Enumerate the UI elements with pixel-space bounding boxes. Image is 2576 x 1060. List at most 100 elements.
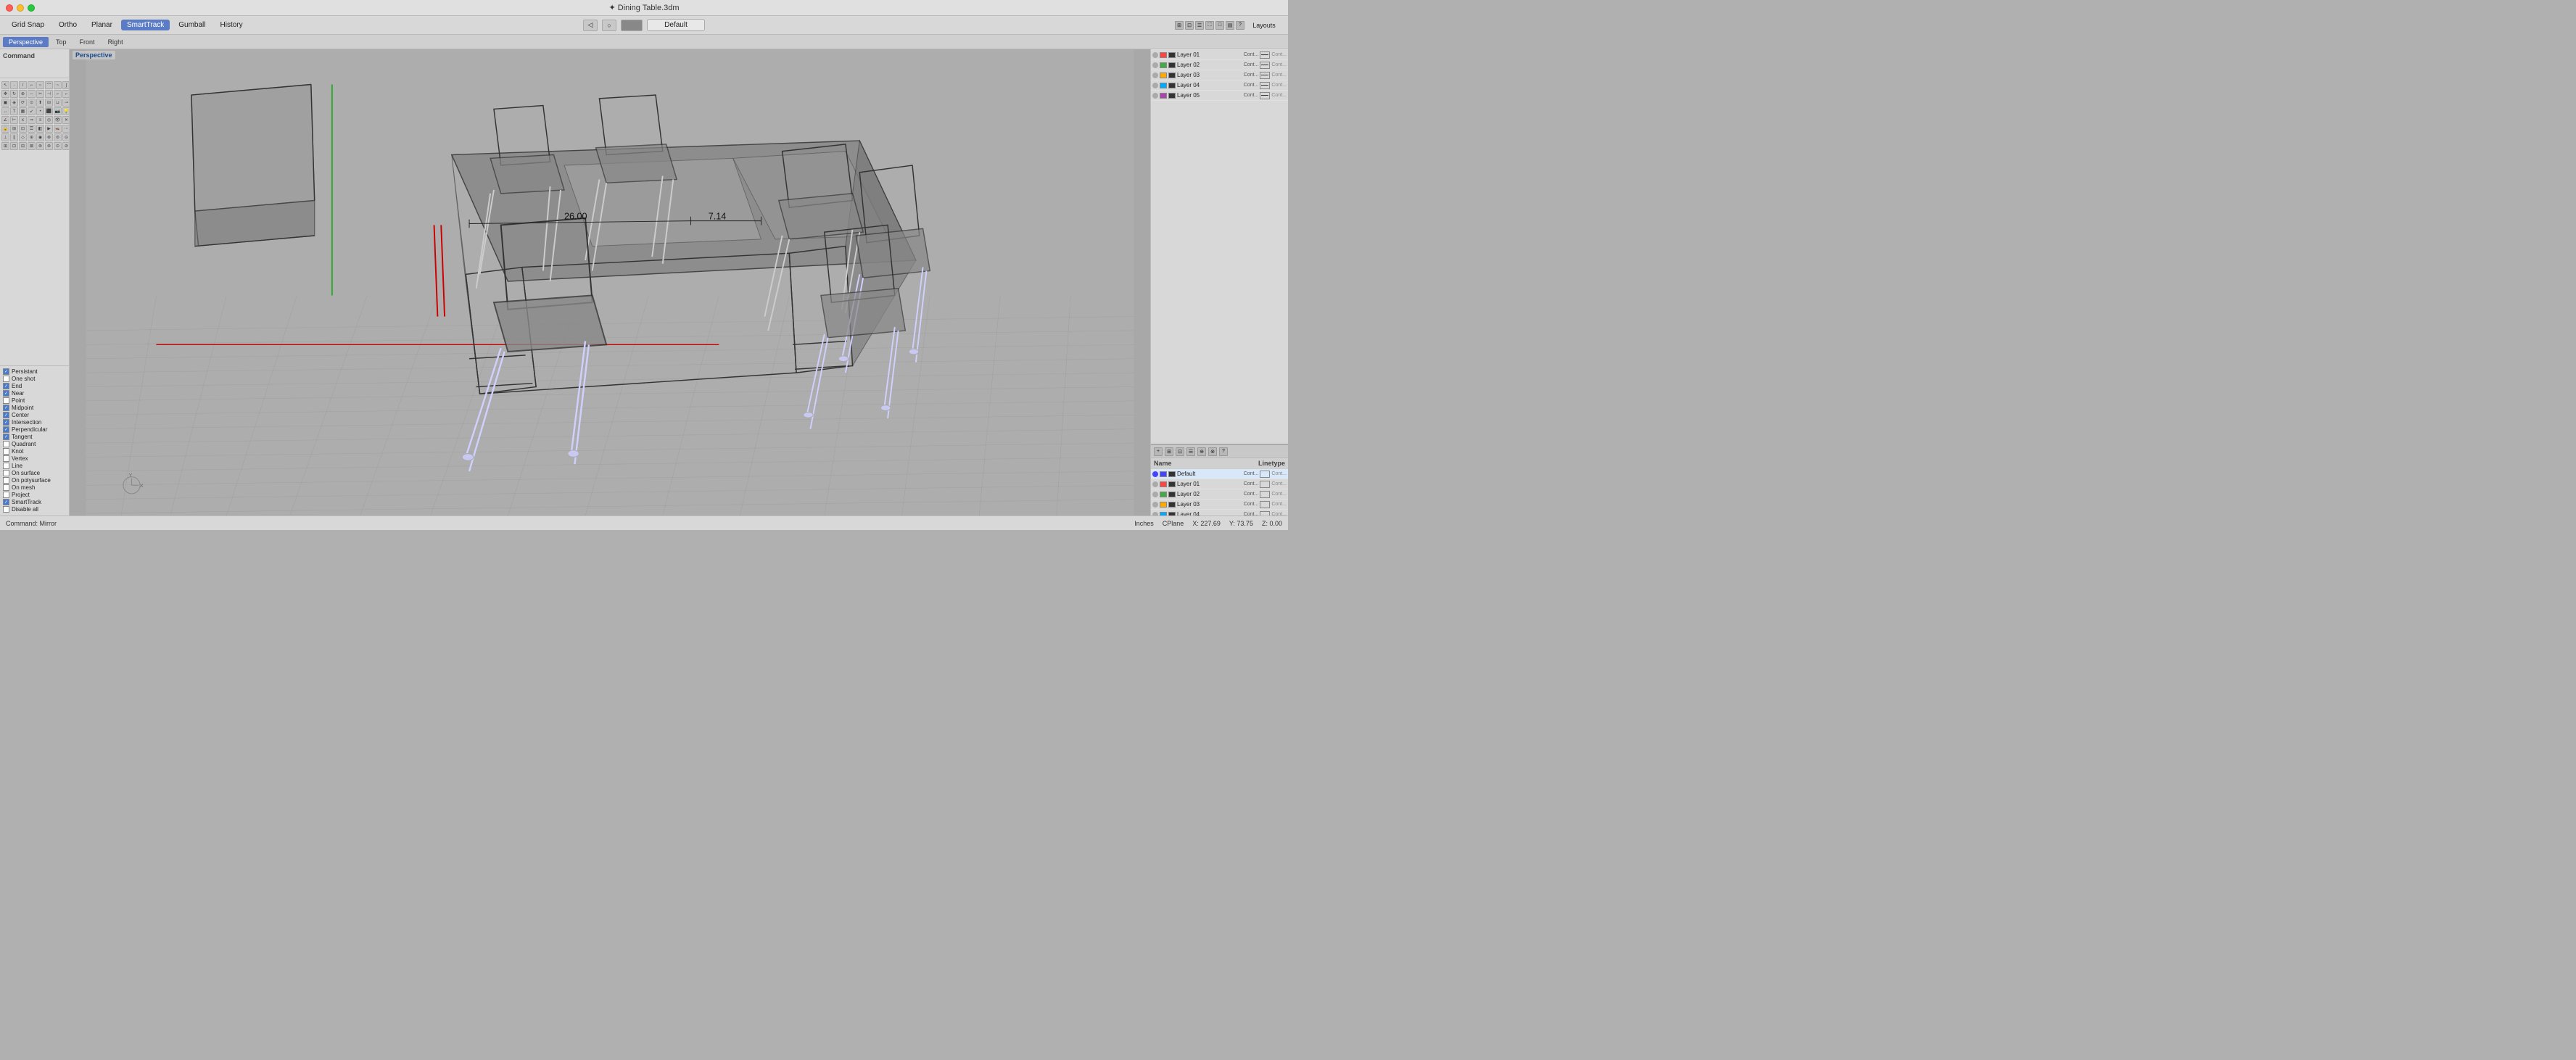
tool-snap5[interactable]: ◉ (36, 133, 44, 141)
toolbar-icon-prev[interactable]: ◁ (583, 20, 598, 31)
tool-material[interactable]: ◧ (36, 125, 44, 133)
toolbar-right-icon2[interactable]: ⊡ (1185, 21, 1194, 30)
tool-lock[interactable]: 🔒 (1, 125, 9, 133)
osnap-intersection[interactable]: Intersection (3, 419, 66, 426)
layer-03-vis[interactable] (1260, 72, 1270, 79)
layer2-row-03[interactable]: Layer 03 Cont... Cont... (1151, 500, 1288, 510)
osnap-onpolysurface[interactable]: On polysurface (3, 477, 66, 484)
osnap-smarttrack[interactable]: SmartTrack (3, 499, 66, 505)
tool-view7[interactable]: ⊙ (54, 142, 62, 150)
osnap-intersection-check[interactable] (3, 419, 9, 426)
tool-extend[interactable]: ⊣ (45, 90, 53, 98)
tool-move[interactable]: ✥ (1, 90, 9, 98)
tool-hide[interactable]: ✕ (62, 116, 69, 124)
layer-01-fill[interactable] (1168, 52, 1176, 58)
osnap-vertex-check[interactable] (3, 455, 9, 462)
osnap-oneshot-check[interactable] (3, 376, 9, 382)
tool-trim[interactable]: ✂ (36, 90, 44, 98)
layer2-row-02[interactable]: Layer 02 Cont... Cont... (1151, 489, 1288, 500)
tool-block[interactable]: ⊡ (19, 125, 27, 133)
layer-04-vis[interactable] (1260, 82, 1270, 89)
tool-layer[interactable]: ☰ (28, 125, 36, 133)
layer2-default-color[interactable] (1160, 471, 1167, 477)
tool-rotate[interactable]: ↻ (10, 90, 18, 98)
osnap-quadrant-check[interactable] (3, 441, 9, 447)
toolbar-history[interactable]: History (215, 20, 249, 30)
osnap-near[interactable]: Near (3, 390, 66, 397)
osnap-persistant-check[interactable] (3, 368, 9, 375)
osnap-oneshot[interactable]: One shot (3, 376, 66, 382)
tool-misc[interactable]: ⋯ (62, 125, 69, 133)
tool-hatch[interactable]: ▦ (19, 107, 27, 115)
close-button[interactable] (6, 4, 13, 12)
tool-line[interactable]: / (19, 81, 27, 89)
layer-05-fill[interactable] (1168, 93, 1176, 99)
osnap-quadrant[interactable]: Quadrant (3, 441, 66, 447)
osnap-disableall-check[interactable] (3, 506, 9, 513)
layer2-row-01[interactable]: Layer 01 Cont... Cont... (1151, 479, 1288, 489)
tool-revolve[interactable]: ⊙ (28, 99, 36, 107)
tool-view5[interactable]: ⊚ (36, 142, 44, 150)
tool-polyline[interactable]: ⌐ (28, 81, 36, 89)
layer-01-color[interactable] (1160, 52, 1167, 58)
tool-chamfer[interactable]: ⌐ (62, 90, 69, 98)
toolbar-icon-circle[interactable]: ○ (602, 20, 616, 31)
layer2-01-vis[interactable] (1260, 481, 1270, 488)
tool-snap7[interactable]: ⊜ (54, 133, 62, 141)
rp2-icon1[interactable]: + (1154, 447, 1163, 456)
tool-fillet[interactable]: ⌐ (54, 90, 62, 98)
layer-02-color[interactable] (1160, 62, 1167, 68)
tool-light[interactable]: 💡 (62, 107, 69, 115)
osnap-knot-check[interactable] (3, 448, 9, 455)
tool-emap[interactable]: ◎ (45, 116, 53, 124)
tool-snap4[interactable]: ⊕ (28, 133, 36, 141)
layer-04-color[interactable] (1160, 83, 1167, 88)
layer-row-03[interactable]: Layer 03 Cont... Cont... (1151, 70, 1288, 80)
tool-select[interactable]: ↖ (1, 81, 9, 89)
tool-snap8[interactable]: ⊝ (62, 133, 69, 141)
osnap-tangent[interactable]: Tangent (3, 434, 66, 440)
tool-direction[interactable]: ⇒ (28, 116, 36, 124)
tool-curvature[interactable]: κ (19, 116, 27, 124)
osnap-vertex[interactable]: Vertex (3, 455, 66, 462)
tool-zebra[interactable]: ≡ (36, 116, 44, 124)
tab-right[interactable]: Right (102, 37, 129, 47)
osnap-perpendicular-check[interactable] (3, 426, 9, 433)
osnap-point-check[interactable] (3, 397, 9, 404)
tool-measure[interactable]: ⊢ (10, 116, 18, 124)
osnap-onpolysurface-check[interactable] (3, 477, 9, 484)
layer2-default-vis[interactable] (1260, 471, 1270, 478)
tool-group[interactable]: ⊞ (10, 125, 18, 133)
toolbar-right-icon3[interactable]: ☰ (1195, 21, 1204, 30)
tool-grasshopper[interactable]: 🦗 (54, 125, 62, 133)
layer2-02-vis[interactable] (1260, 491, 1270, 498)
minimize-button[interactable] (17, 4, 24, 12)
rp2-icon2[interactable]: ⊞ (1165, 447, 1173, 456)
tab-top[interactable]: Top (50, 37, 73, 47)
osnap-perpendicular[interactable]: Perpendicular (3, 426, 66, 433)
osnap-line-check[interactable] (3, 463, 9, 469)
tool-render[interactable]: ▶ (45, 125, 53, 133)
tool-snap3[interactable]: ◇ (19, 133, 27, 141)
tool-curve[interactable]: ~ (54, 81, 62, 89)
tool-spline[interactable]: ∫ (62, 81, 69, 89)
tool-view3[interactable]: ⊟ (19, 142, 27, 150)
toolbar-right-icon7[interactable]: ? (1236, 21, 1244, 30)
tool-extrude[interactable]: ⬆ (36, 99, 44, 107)
osnap-smarttrack-check[interactable] (3, 499, 9, 505)
tool-camera[interactable]: 📷 (54, 107, 62, 115)
osnap-tangent-check[interactable] (3, 434, 9, 440)
osnap-midpoint[interactable]: Midpoint (3, 405, 66, 411)
osnap-project-check[interactable] (3, 492, 9, 498)
toolbar-right-icon5[interactable]: □ (1215, 21, 1224, 30)
osnap-point[interactable]: Point (3, 397, 66, 404)
tool-clipping[interactable]: ⬛ (45, 107, 53, 115)
tool-mirror[interactable]: ⇔ (28, 90, 36, 98)
osnap-center[interactable]: Center (3, 412, 66, 418)
tool-split[interactable]: ⊸ (62, 99, 69, 107)
rp2-icon5[interactable]: ⊕ (1197, 447, 1206, 456)
rp2-icon7[interactable]: ? (1219, 447, 1228, 456)
tool-circle[interactable]: ○ (36, 81, 44, 89)
rp2-icon3[interactable]: ⊡ (1176, 447, 1184, 456)
osnap-line[interactable]: Line (3, 463, 66, 469)
